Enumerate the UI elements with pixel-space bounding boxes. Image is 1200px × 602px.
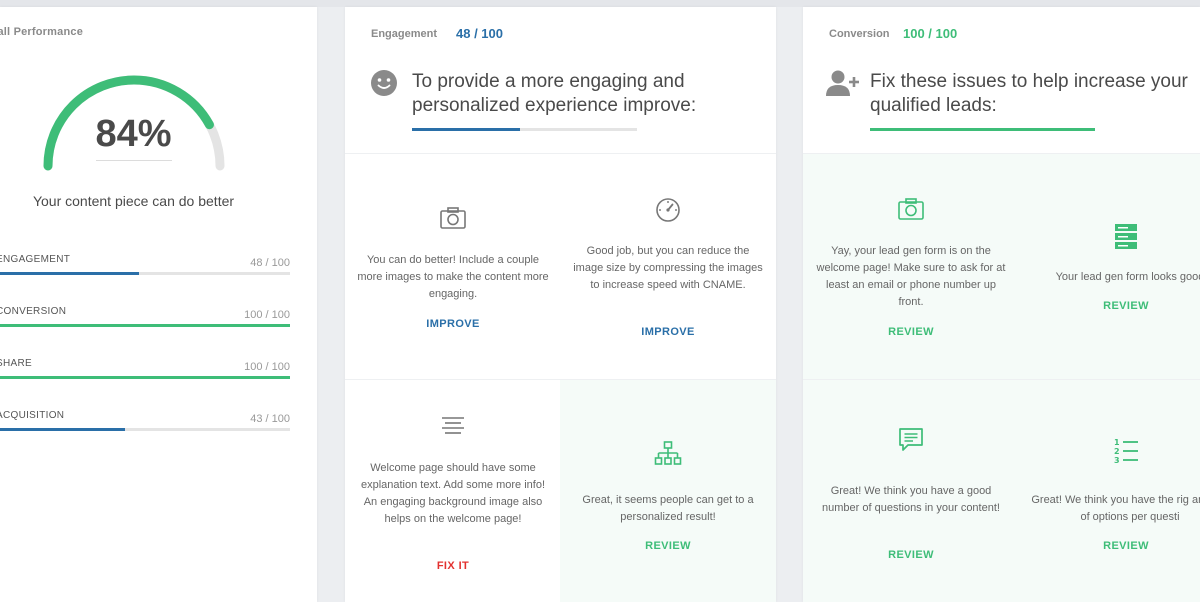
metric-label: SHARE <box>0 358 32 369</box>
metric-label: CONVERSION <box>0 306 67 317</box>
svg-text:3: 3 <box>1114 456 1120 464</box>
metric-score: 100 / 100 <box>244 361 290 373</box>
suggestion-cell-lead-form: Your lead gen form looks good REVIEW <box>1018 153 1200 379</box>
category-progress-fill <box>412 128 520 131</box>
metric-label: ACQUISITION <box>0 410 65 421</box>
metric-progress-fill <box>0 428 125 431</box>
category-progress-track <box>412 128 637 131</box>
suggestion-text: Great! We think you have the rig amount … <box>1031 494 1200 523</box>
category-label: Conversion <box>829 28 890 40</box>
suggestion-text: Great, it seems people can get to a pers… <box>582 494 754 523</box>
metric-progress-track <box>0 376 290 379</box>
card-header: Engagement 48 / 100 To provide a more en… <box>345 7 776 153</box>
card-header: Conversion 100 / 100 Fix these issues to… <box>803 7 1200 153</box>
category-progress-track <box>870 128 1095 131</box>
category-label: Engagement <box>371 28 438 40</box>
suggestion-text: Your lead gen form looks good <box>1055 271 1200 283</box>
smiley-icon <box>371 70 397 96</box>
metric-progress-track <box>0 428 290 431</box>
review-link[interactable]: REVIEW <box>1018 540 1200 552</box>
top-border <box>0 0 1200 7</box>
category-progress-fill <box>870 128 1095 131</box>
sitemap-icon <box>654 441 682 465</box>
category-score: 100 / 100 <box>903 26 958 41</box>
metric-score: 48 / 100 <box>250 257 290 269</box>
suggestion-cell-lead-form-position: Yay, your lead gen form is on the welcom… <box>803 153 1019 379</box>
card-headline: To provide a more engaging and personali… <box>412 71 697 116</box>
metric-share[interactable]: SHARE 100 / 100 <box>0 358 290 382</box>
suggestion-cell-options: 1 2 3 Great! We think you have the rig a… <box>1018 379 1200 602</box>
panel-title: rall Performance <box>0 26 84 38</box>
improve-link[interactable]: IMPROVE <box>560 326 776 338</box>
review-link[interactable]: REVIEW <box>1018 300 1200 312</box>
fix-it-link[interactable]: FIX IT <box>345 560 561 572</box>
gauge-divider <box>96 160 172 161</box>
improve-link[interactable]: IMPROVE <box>345 318 561 330</box>
metric-acquisition[interactable]: ACQUISITION 43 / 100 <box>0 410 290 434</box>
suggestion-text: Welcome page should have some explanatio… <box>360 462 546 525</box>
metric-label: ENGAGEMENT <box>0 254 71 265</box>
suggestion-text: Great! We think you have a good number o… <box>822 485 1000 514</box>
suggestion-cell-questions: Great! We think you have a good number o… <box>803 379 1019 602</box>
review-link[interactable]: REVIEW <box>803 549 1019 561</box>
conversion-card: Conversion 100 / 100 Fix these issues to… <box>803 7 1200 602</box>
suggestion-text: Yay, your lead gen form is on the welcom… <box>816 245 1006 308</box>
svg-text:2: 2 <box>1114 447 1120 456</box>
suggestion-cell-personalized: Great, it seems people can get to a pers… <box>560 379 776 602</box>
performance-message: Your content piece can do better <box>32 193 235 209</box>
metric-progress-fill <box>0 376 290 379</box>
review-link[interactable]: REVIEW <box>560 540 776 552</box>
camera-icon <box>440 207 466 229</box>
speedometer-icon <box>656 198 680 222</box>
overall-performance-panel: rall Performance 84% Your content piece … <box>0 7 317 602</box>
camera-icon <box>898 198 924 220</box>
metric-progress-track <box>0 272 290 275</box>
metric-conversion[interactable]: CONVERSION 100 / 100 <box>0 306 290 330</box>
metric-engagement[interactable]: ENGAGEMENT 48 / 100 <box>0 254 290 278</box>
metric-progress-fill <box>0 272 140 275</box>
category-score: 48 / 100 <box>456 26 503 41</box>
suggestion-text: Good job, but you can reduce the image s… <box>573 245 763 291</box>
add-user-icon <box>826 70 859 96</box>
metric-score: 43 / 100 <box>250 413 290 425</box>
suggestion-cell-images: You can do better! Include a couple more… <box>345 153 561 379</box>
suggestion-cell-text: Welcome page should have some explanatio… <box>345 379 561 602</box>
engagement-card: Engagement 48 / 100 To provide a more en… <box>345 7 776 602</box>
metric-progress-track <box>0 324 290 327</box>
text-align-icon <box>442 417 464 434</box>
numbered-list-icon: 1 2 3 <box>1114 438 1138 464</box>
metric-progress-fill <box>0 324 290 327</box>
svg-text:1: 1 <box>1114 438 1120 447</box>
gauge-percent: 84% <box>95 113 172 155</box>
suggestion-text: You can do better! Include a couple more… <box>357 254 549 300</box>
message-icon <box>899 428 923 451</box>
card-headline: Fix these issues to help increase your q… <box>870 71 1188 116</box>
metric-score: 100 / 100 <box>244 309 290 321</box>
server-icon <box>1115 224 1137 249</box>
review-link[interactable]: REVIEW <box>803 326 1019 338</box>
suggestion-cell-speed: Good job, but you can reduce the image s… <box>560 153 776 379</box>
